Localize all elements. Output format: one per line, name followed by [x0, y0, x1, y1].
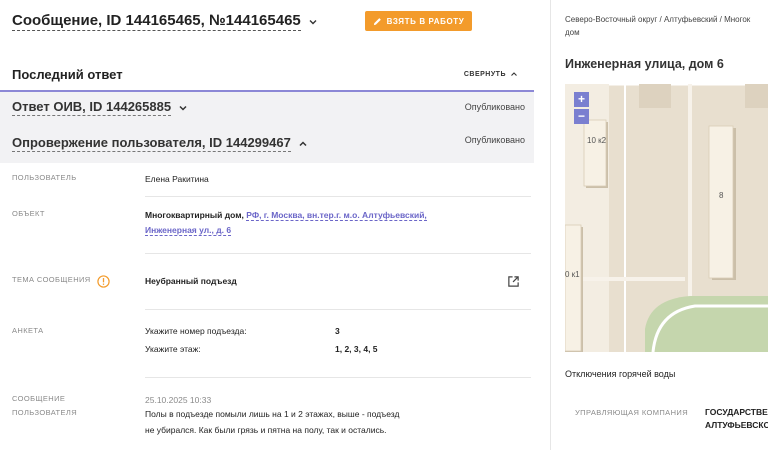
external-link-icon[interactable] — [507, 275, 520, 288]
message-text-line1: Полы в подъезде помыли лишь на 1 и 2 эта… — [145, 409, 400, 419]
answer-title[interactable]: Опровержение пользователя, ID 144299467 — [12, 135, 291, 152]
pencil-icon — [373, 17, 381, 25]
minus-icon: − — [577, 109, 585, 123]
object-label: ОБЪЕКТ — [12, 209, 45, 218]
topic-value: Неубранный подъезд — [145, 276, 237, 286]
breadcrumb-line2[interactable]: дом — [565, 28, 580, 37]
plus-icon: + — [577, 92, 585, 106]
last-answer-header: Последний ответ СВЕРНУТЬ — [0, 60, 534, 92]
breadcrumb[interactable]: Северо-Восточный округ / Алтуфьевский / … — [565, 13, 768, 39]
survey-question: Укажите этаж: — [145, 344, 201, 354]
divider — [145, 377, 531, 378]
address-title: Инженерная улица, дом 6 — [565, 57, 724, 71]
message-label-line1: СООБЩЕНИЕ — [12, 394, 66, 403]
collapse-label: СВЕРНУТЬ — [463, 70, 506, 78]
answer-item-refutation[interactable]: Опровержение пользователя, ID 144299467 — [12, 135, 309, 152]
message-title-row[interactable]: Сообщение, ID 144165465, №144165465 — [12, 12, 319, 31]
company-value-line2: АЛТУФЬЕВСКО — [705, 420, 768, 430]
message-label: СООБЩЕНИЕ ПОЛЬЗОВАТЕЛЯ — [12, 392, 77, 420]
chevron-up-icon[interactable] — [297, 138, 309, 150]
management-company-value: ГОСУДАРСТВЕН АЛТУФЬЕВСКО — [705, 406, 768, 432]
survey-answer: 1, 2, 3, 4, 5 — [335, 344, 378, 354]
divider — [145, 253, 531, 254]
survey-question: Укажите номер подъезда: — [145, 326, 247, 336]
map-building-label: 8 — [719, 191, 724, 200]
chevron-down-icon[interactable] — [307, 16, 319, 28]
answer-item-oiv[interactable]: Ответ ОИВ, ID 144265885 — [12, 99, 189, 116]
hot-water-outage-title: Отключения горячей воды — [565, 369, 676, 379]
warning-icon[interactable] — [97, 275, 110, 288]
answer-title[interactable]: Ответ ОИВ, ID 144265885 — [12, 99, 172, 116]
object-address-link[interactable]: РФ, г. Москва, вн.тер.г. м.о. Алтуфьевск… — [246, 210, 427, 221]
message-title[interactable]: Сообщение, ID 144165465, №144165465 — [12, 12, 301, 31]
last-answer-title: Последний ответ — [12, 67, 123, 82]
message-text-line2: не убирался. Как были грязь и пятна на п… — [145, 425, 387, 435]
chevron-down-icon[interactable] — [177, 102, 189, 114]
survey-answer: 3 — [335, 326, 340, 336]
take-to-work-button[interactable]: ВЗЯТЬ В РАБОТУ — [365, 11, 472, 31]
divider — [145, 196, 531, 197]
zoom-in-button[interactable]: + — [574, 92, 589, 107]
map-canvas — [565, 84, 768, 352]
zoom-out-button[interactable]: − — [574, 109, 589, 124]
take-to-work-label: ВЗЯТЬ В РАБОТУ — [386, 16, 465, 26]
answer-status: Опубликовано — [464, 135, 525, 145]
chevron-up-icon — [511, 72, 517, 76]
user-value: Елена Ракитина — [145, 174, 209, 184]
survey-label: АНКЕТА — [12, 326, 44, 335]
message-label-line2: ПОЛЬЗОВАТЕЛЯ — [12, 408, 78, 417]
breadcrumb-line1[interactable]: Северо-Восточный округ / Алтуфьевский / … — [565, 15, 750, 24]
map-building-label: 10 к2 — [587, 136, 607, 145]
object-address-link-line2[interactable]: Инженерная ул., д. 6 — [145, 225, 232, 236]
map-building-label: 0 к1 — [565, 270, 580, 279]
company-value-line1: ГОСУДАРСТВЕН — [705, 407, 768, 417]
message-text: Полы в подъезде помыли лишь на 1 и 2 эта… — [145, 406, 525, 438]
answer-status: Опубликовано — [464, 102, 525, 112]
object-type: Многоквартирный дом, — [145, 210, 244, 220]
object-value: Многоквартирный дом, РФ, г. Москва, вн.т… — [145, 208, 525, 238]
divider — [145, 309, 531, 310]
management-company-label: УПРАВЛЯЮЩАЯ КОМПАНИЯ — [575, 408, 689, 417]
topic-label: ТЕМА СООБЩЕНИЯ — [12, 275, 91, 284]
collapse-button[interactable]: СВЕРНУТЬ — [464, 70, 518, 78]
user-label: ПОЛЬЗОВАТЕЛЬ — [12, 173, 77, 182]
message-panel: Сообщение, ID 144165465, №144165465 ВЗЯТ… — [0, 0, 534, 450]
object-info-panel: Северо-Восточный округ / Алтуфьевский / … — [551, 0, 768, 450]
map[interactable]: 10 к2 8 0 к1 + − — [565, 84, 768, 352]
